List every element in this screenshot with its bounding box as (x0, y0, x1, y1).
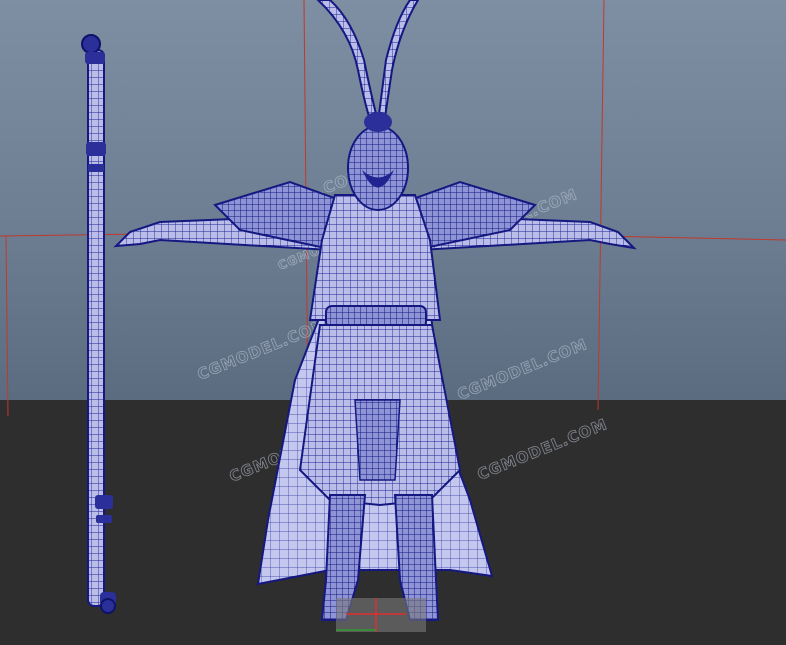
helmet (347, 125, 409, 211)
feather-right (376, 0, 420, 127)
origin-gizmo[interactable] (336, 598, 426, 632)
character-model[interactable] (113, 0, 637, 621)
feather-left (316, 0, 380, 127)
watermark: CGMODEL.COM (455, 335, 590, 404)
staff-model[interactable] (81, 34, 116, 614)
3d-viewport[interactable]: CGMODEL.COM CGMODEL.COM CGMODEL.COM CGMO… (0, 0, 786, 645)
watermark: CGMODEL.COM (475, 415, 610, 484)
torso (308, 194, 442, 321)
scene-canvas[interactable]: CGMODEL.COM CGMODEL.COM CGMODEL.COM CGMO… (0, 0, 786, 645)
